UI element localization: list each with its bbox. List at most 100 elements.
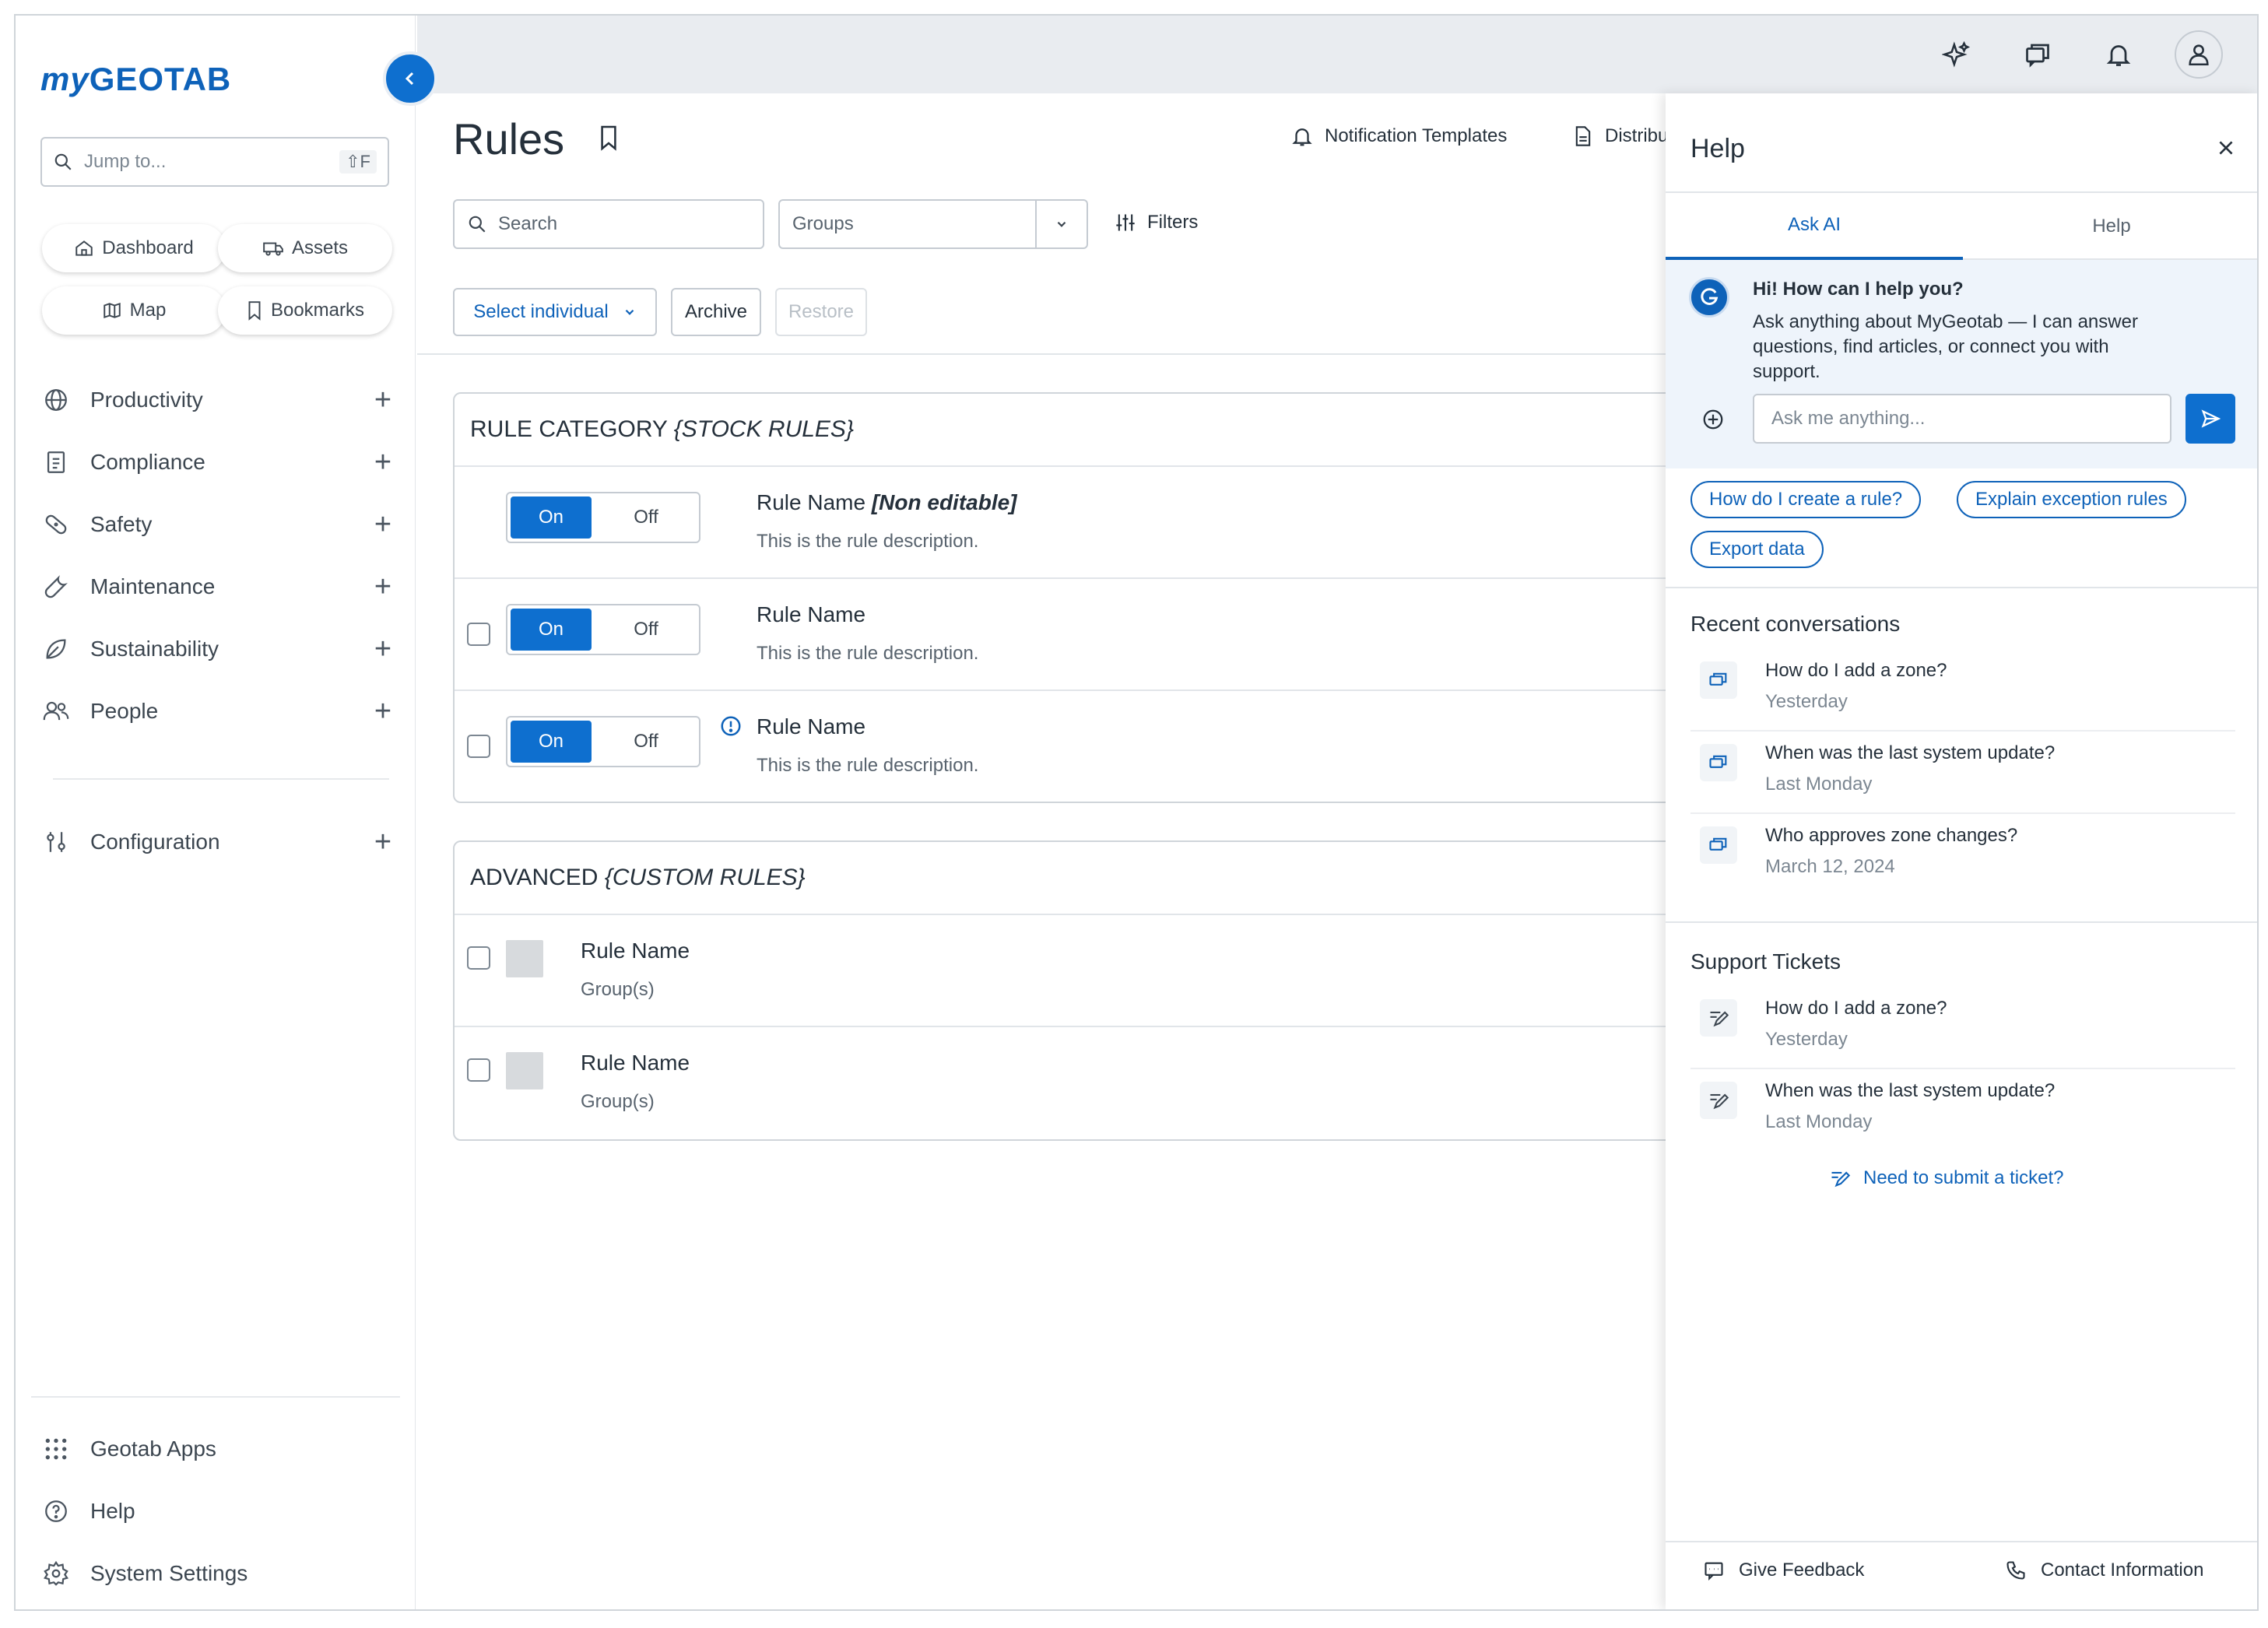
expand-plus-icon[interactable]: +	[367, 634, 398, 664]
conversation-question: How do I add a zone?	[1765, 660, 1947, 681]
jump-placeholder: Jump to...	[84, 151, 167, 172]
suggestion-chip[interactable]: How do I create a rule?	[1690, 481, 1922, 518]
sidebar-item-compliance[interactable]: Compliance +	[40, 439, 398, 486]
rule-on-off-toggle[interactable]: On Off	[506, 604, 700, 655]
rule-checkbox[interactable]	[467, 946, 490, 970]
toggle-on[interactable]: On	[511, 496, 592, 539]
tab-help[interactable]: Help	[1963, 193, 2257, 260]
mygeotab-logo[interactable]: myGEOTAB	[40, 61, 231, 98]
restore-button[interactable]: Restore	[775, 288, 867, 336]
send-button[interactable]	[2185, 394, 2235, 444]
submit-ticket-link[interactable]: Need to submit a ticket?	[1829, 1167, 2063, 1189]
sidebar-item-productivity[interactable]: Productivity +	[40, 377, 398, 423]
sidebar-label: Configuration	[90, 830, 220, 854]
rule-on-off-toggle[interactable]: On Off	[506, 716, 700, 767]
contact-information-label: Contact Information	[2041, 1560, 2204, 1581]
filters-button[interactable]: Filters	[1115, 212, 1198, 233]
groups-select[interactable]: Groups	[778, 199, 1088, 249]
expand-plus-icon[interactable]: +	[367, 385, 398, 415]
warning-info-icon[interactable]	[719, 714, 743, 738]
ask-ai-input[interactable]: Ask me anything...	[1753, 394, 2171, 444]
ticket-item[interactable]: When was the last system update? Last Mo…	[1690, 1069, 2235, 1152]
expand-plus-icon[interactable]: +	[367, 510, 398, 539]
rule-name: Rule Name	[581, 1051, 690, 1075]
sidebar-item-sustainability[interactable]: Sustainability +	[40, 626, 398, 672]
sidebar-item-system-settings[interactable]: System Settings	[40, 1550, 398, 1597]
ticket-item[interactable]: How do I add a zone? Yesterday	[1690, 987, 2235, 1069]
home-icon	[74, 238, 94, 258]
suggestion-chip[interactable]: Export data	[1690, 531, 1824, 568]
quick-map-button[interactable]: Map	[42, 286, 226, 335]
toggle-off[interactable]: Off	[596, 721, 696, 763]
sidebar-item-geotab-apps[interactable]: Geotab Apps	[40, 1426, 398, 1472]
quick-bookmarks-button[interactable]: Bookmarks	[218, 286, 392, 335]
add-attachment-icon[interactable]	[1701, 408, 1725, 431]
ticket-date: Yesterday	[1765, 1029, 1848, 1050]
archive-button[interactable]: Archive	[671, 288, 761, 336]
expand-plus-icon[interactable]: +	[367, 696, 398, 726]
tab-ask-ai[interactable]: Ask AI	[1666, 193, 1963, 260]
chevron-down-icon[interactable]	[1035, 201, 1087, 247]
rule-checkbox[interactable]	[467, 1058, 490, 1082]
search-placeholder: Search	[498, 213, 558, 234]
app-window: myGEOTAB Jump to... ⇧F Dashboard Assets …	[14, 14, 2259, 1611]
sidebar: myGEOTAB Jump to... ⇧F Dashboard Assets …	[16, 16, 416, 1609]
rule-name: Rule Name	[757, 602, 866, 626]
globe-icon	[40, 384, 72, 416]
chat-button[interactable]	[2016, 33, 2059, 76]
rule-checkbox[interactable]	[467, 623, 490, 646]
expand-plus-icon[interactable]: +	[367, 447, 398, 477]
expand-plus-icon[interactable]: +	[367, 572, 398, 602]
toggle-off[interactable]: Off	[596, 496, 696, 539]
conversation-date: Last Monday	[1765, 774, 1873, 795]
sidebar-label: Sustainability	[90, 637, 219, 661]
expand-plus-icon[interactable]: +	[367, 827, 398, 857]
rule-checkbox[interactable]	[467, 735, 490, 758]
truck-icon	[262, 238, 284, 258]
conversation-item[interactable]: Who approves zone changes? March 12, 202…	[1690, 814, 2235, 896]
quick-dashboard-button[interactable]: Dashboard	[42, 224, 226, 272]
contact-information-button[interactable]: Contact Information	[2005, 1560, 2203, 1581]
notification-templates-link[interactable]: Notification Templates	[1290, 125, 1507, 148]
conversation-item[interactable]: When was the last system update? Last Mo…	[1690, 732, 2235, 814]
rule-description: This is the rule description.	[757, 643, 979, 664]
distribution-link[interactable]: Distribu	[1572, 125, 1668, 148]
suggestion-chip[interactable]: Explain exception rules	[1957, 481, 2186, 518]
toggle-off[interactable]: Off	[596, 609, 696, 651]
jump-to-search[interactable]: Jump to... ⇧F	[40, 137, 389, 187]
ai-sparkle-button[interactable]	[1935, 33, 1978, 76]
select-individual-dropdown[interactable]: Select individual	[453, 288, 657, 336]
conversation-question: When was the last system update?	[1765, 742, 2056, 763]
sidebar-item-safety[interactable]: Safety +	[40, 501, 398, 548]
geotab-ai-avatar-icon	[1689, 277, 1729, 318]
sidebar-item-maintenance[interactable]: Maintenance +	[40, 563, 398, 610]
notification-templates-label: Notification Templates	[1325, 125, 1508, 146]
quick-assets-button[interactable]: Assets	[218, 224, 392, 272]
collapse-sidebar-button[interactable]	[383, 51, 437, 106]
close-help-button[interactable]	[2210, 132, 2242, 163]
sidebar-item-people[interactable]: People +	[40, 688, 398, 735]
gear-icon	[40, 1558, 72, 1589]
search-icon	[467, 214, 487, 234]
search-input[interactable]: Search	[453, 199, 764, 249]
bell-icon	[1290, 125, 1314, 148]
rule-name-text: Rule Name	[757, 490, 872, 514]
chip-label: How do I create a rule?	[1709, 489, 1903, 510]
sidebar-item-configuration[interactable]: Configuration +	[40, 819, 398, 865]
sparkle-icon	[1942, 40, 1971, 69]
conversation-date: March 12, 2024	[1765, 856, 1895, 877]
conversation-item[interactable]: How do I add a zone? Yesterday	[1690, 649, 2235, 732]
ai-greeting: Hi! How can I help you?	[1753, 279, 1964, 300]
rule-description: This is the rule description.	[757, 755, 979, 776]
chevron-down-icon	[623, 305, 637, 319]
ticket-edit-icon	[1829, 1167, 1851, 1189]
sidebar-item-help[interactable]: Help	[40, 1488, 398, 1535]
rule-name: Rule Name	[581, 939, 690, 963]
toggle-on[interactable]: On	[511, 609, 592, 651]
toggle-on[interactable]: On	[511, 721, 592, 763]
user-avatar-button[interactable]	[2175, 30, 2223, 79]
bookmark-page-button[interactable]	[598, 125, 620, 151]
notifications-button[interactable]	[2097, 33, 2140, 76]
give-feedback-button[interactable]: Give Feedback	[1703, 1560, 1864, 1581]
rule-on-off-toggle[interactable]: On Off	[506, 492, 700, 543]
